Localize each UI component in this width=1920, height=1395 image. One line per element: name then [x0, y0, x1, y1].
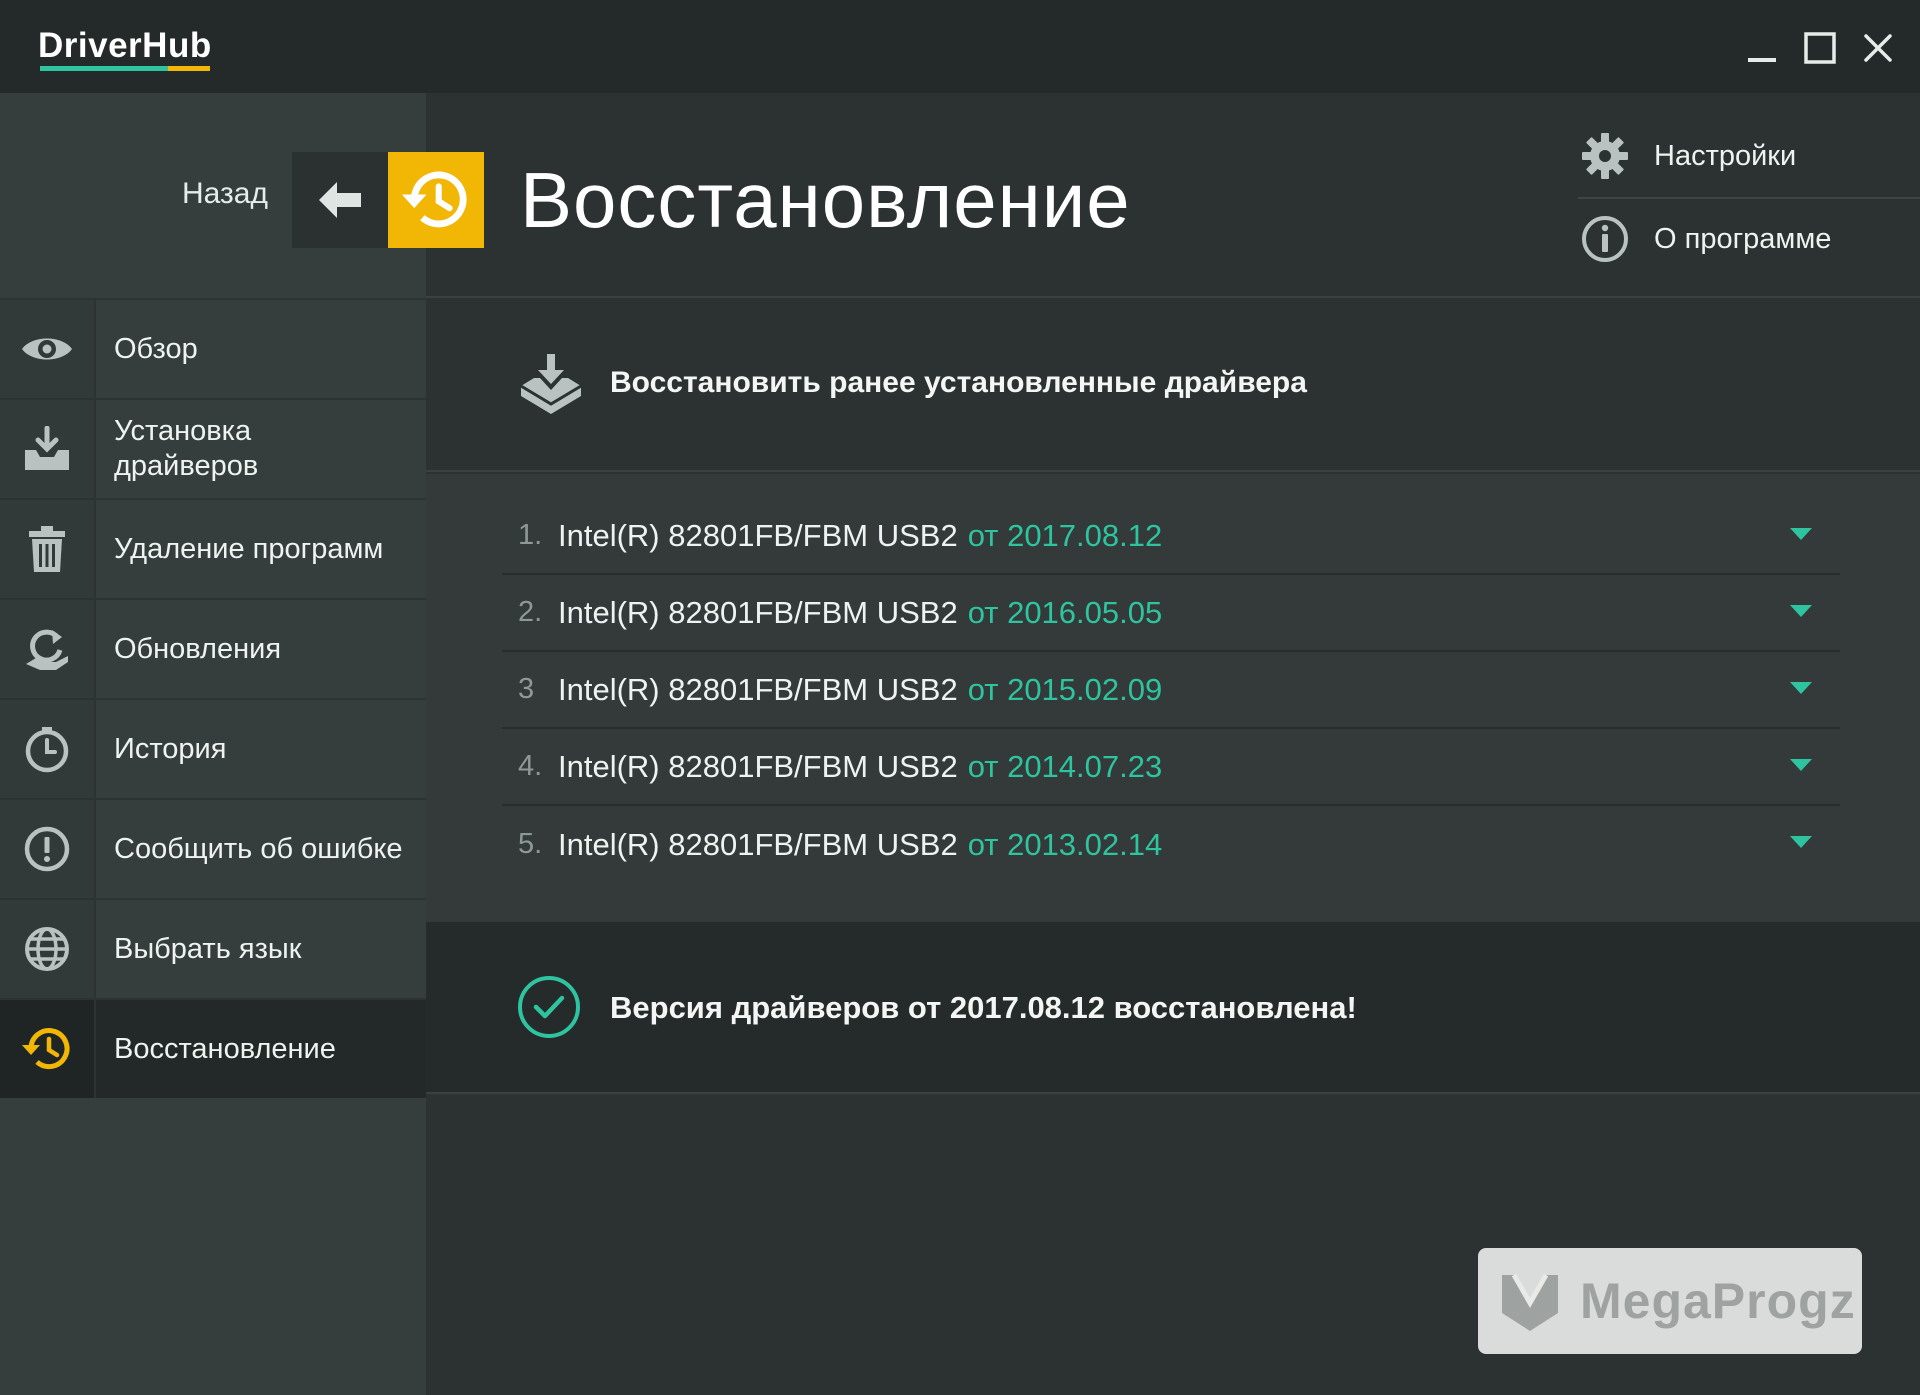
driver-number: 2. [518, 596, 543, 628]
settings-label: Настройки [1654, 139, 1797, 172]
driver-name: Intel(R) 82801FB/FBM USB2 [558, 594, 958, 630]
sidebar-item-label: Обновления [114, 632, 282, 665]
driver-name: Intel(R) 82801FB/FBM USB2 [558, 517, 958, 553]
sidebar-item-label: Восстановление [114, 1032, 336, 1065]
restore-section-header: Восстановить ранее установленные драйвер… [426, 300, 1920, 472]
gear-icon-wrap [1578, 129, 1632, 183]
info-icon-wrap [1578, 212, 1632, 266]
sidebar-nav: Обзор Установка драйверов Удаление прогр… [0, 298, 426, 1098]
globe-icon [25, 927, 69, 971]
sidebar-item-label: История [114, 732, 227, 765]
driver-row[interactable]: 5. Intel(R) 82801FB/FBM USB2 от 2013.02.… [502, 806, 1840, 883]
check-circle-icon [518, 976, 580, 1038]
driver-date: от 2016.05.05 [967, 594, 1163, 630]
clock-icon [25, 727, 69, 773]
eye-icon [22, 338, 72, 360]
install-icon-cell [0, 400, 96, 498]
watermark-text: MegaProgz [1580, 1273, 1856, 1329]
maximize-icon[interactable] [1796, 24, 1844, 72]
driver-date: от 2014.07.23 [967, 748, 1163, 784]
driver-row[interactable]: 3 Intel(R) 82801FB/FBM USB2 от 2015.02.0… [502, 652, 1840, 729]
restore-icon [22, 1028, 70, 1070]
sidebar-item-label: Выбрать язык [114, 932, 302, 965]
clock-icon-cell [0, 700, 96, 798]
sidebar-item-overview[interactable]: Обзор [0, 298, 426, 398]
driver-number: 3 [518, 673, 535, 705]
driver-name: Intel(R) 82801FB/FBM USB2 [558, 748, 958, 784]
restore-badge [388, 152, 484, 248]
info-icon [1582, 216, 1628, 262]
driver-list: 1. Intel(R) 82801FB/FBM USB2 от 2017.08.… [502, 498, 1840, 883]
restore-icon-cell [0, 1000, 96, 1098]
install-tray-icon [25, 426, 69, 470]
download-tray-icon [520, 354, 582, 414]
alert-icon [24, 826, 70, 872]
driver-date: от 2015.02.09 [967, 671, 1163, 707]
driver-row[interactable]: 2. Intel(R) 82801FB/FBM USB2 от 2016.05.… [502, 575, 1840, 652]
driver-list-area: 1. Intel(R) 82801FB/FBM USB2 от 2017.08.… [426, 474, 1920, 922]
back-button[interactable] [292, 152, 388, 248]
driver-number: 4. [518, 750, 543, 782]
status-message: Версия драйверов от 2017.08.12 восстанов… [610, 990, 1357, 1025]
driver-name: Intel(R) 82801FB/FBM USB2 [558, 826, 958, 862]
eye-icon-cell [0, 300, 96, 398]
app-logo: DriverHub [38, 26, 212, 65]
driver-row[interactable]: 4. Intel(R) 82801FB/FBM USB2 от 2014.07.… [502, 729, 1840, 806]
page-header: Восстановление Настройки О программе [388, 93, 1920, 298]
gear-icon [1582, 133, 1628, 179]
section-title: Восстановить ранее установленные драйвер… [610, 366, 1307, 399]
driverhub-window: DriverHub Назад Обзор Установка драйверо… [0, 0, 1920, 1395]
watermark: MegaProgz [1478, 1248, 1862, 1354]
sidebar-item-label: Обзор [114, 332, 198, 365]
page-title: Восстановление [520, 156, 1131, 244]
trash-icon [29, 526, 65, 572]
driver-number: 5. [518, 828, 543, 860]
chevron-down-icon[interactable] [1790, 682, 1812, 696]
sidebar-item-label: Сообщить об ошибке [114, 832, 403, 865]
globe-icon-cell [0, 900, 96, 998]
logo-underline [40, 66, 210, 71]
about-link[interactable]: О программе [1578, 199, 1920, 279]
chevron-down-icon[interactable] [1790, 605, 1812, 619]
sidebar-item-restore[interactable]: Восстановление [0, 998, 426, 1098]
sidebar-item-install-drivers[interactable]: Установка драйверов [0, 398, 426, 498]
sidebar-item-label: Удаление программ [114, 532, 384, 565]
driver-number: 1. [518, 519, 543, 551]
update-icon-cell [0, 600, 96, 698]
sidebar-item-updates[interactable]: Обновления [0, 598, 426, 698]
sidebar: Назад Обзор Установка драйверов Удаление… [0, 93, 426, 1395]
sidebar-item-language[interactable]: Выбрать язык [0, 898, 426, 998]
driver-date: от 2013.02.14 [967, 826, 1163, 862]
restore-status: Версия драйверов от 2017.08.12 восстанов… [426, 922, 1920, 1094]
update-icon [26, 629, 68, 670]
watermark-logo-icon [1502, 1273, 1558, 1331]
about-label: О программе [1654, 222, 1832, 255]
sidebar-item-history[interactable]: История [0, 698, 426, 798]
restore-icon [402, 171, 467, 228]
sidebar-item-report-error[interactable]: Сообщить об ошибке [0, 798, 426, 898]
close-icon[interactable] [1854, 24, 1902, 72]
back-label[interactable]: Назад [182, 177, 268, 211]
alert-icon-cell [0, 800, 96, 898]
sidebar-header: Назад [0, 93, 426, 298]
driver-row[interactable]: 1. Intel(R) 82801FB/FBM USB2 от 2017.08.… [502, 498, 1840, 575]
chevron-down-icon[interactable] [1790, 528, 1812, 542]
title-bar: DriverHub [0, 0, 1920, 93]
driver-date: от 2017.08.12 [967, 517, 1163, 553]
sidebar-item-uninstall[interactable]: Удаление программ [0, 498, 426, 598]
settings-link[interactable]: Настройки [1578, 116, 1920, 196]
arrow-left-icon [319, 182, 361, 218]
chevron-down-icon[interactable] [1790, 759, 1812, 773]
sidebar-item-label: Установка драйверов [114, 415, 259, 482]
minimize-icon[interactable] [1738, 24, 1786, 72]
trash-icon-cell [0, 500, 96, 598]
chevron-down-icon[interactable] [1790, 836, 1812, 850]
driver-name: Intel(R) 82801FB/FBM USB2 [558, 671, 958, 707]
